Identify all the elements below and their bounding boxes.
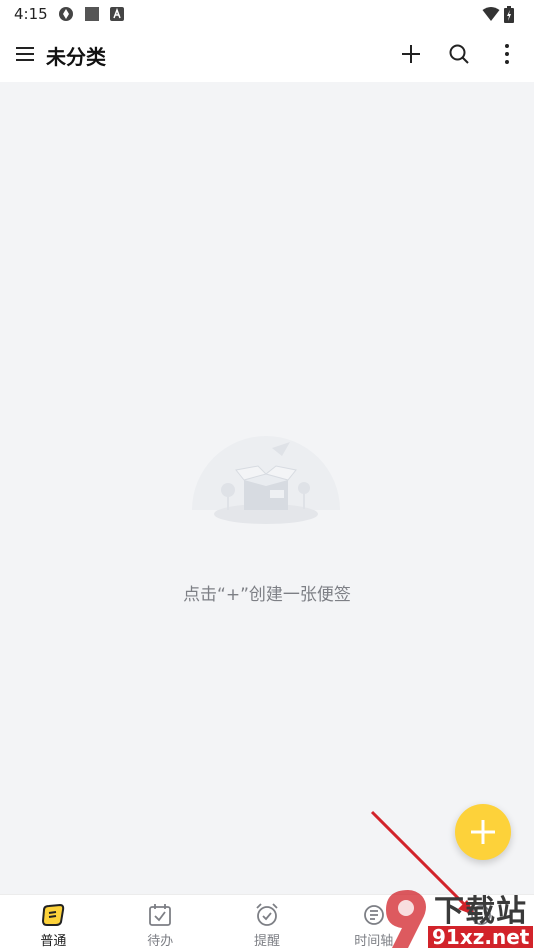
square-notification-icon [84,6,100,22]
calendar-check-icon [147,902,173,928]
bottom-navigation: 普通 待办 提醒 时间轴 [0,894,534,950]
more-options-button[interactable] [494,41,520,67]
search-icon [449,44,469,64]
more-vertical-icon [505,44,509,64]
search-button[interactable] [446,41,472,67]
tab-normal[interactable]: 普通 [0,895,107,950]
tab-reminder[interactable]: 提醒 [214,895,321,950]
add-button[interactable] [398,41,424,67]
page-title: 未分类 [46,45,106,69]
app-notification-icon [58,6,74,22]
tab-reminder-label: 提醒 [253,934,280,949]
alarm-clock-icon [254,902,280,928]
wifi-icon [482,6,500,22]
create-note-fab[interactable] [455,804,511,860]
plus-icon [471,820,495,844]
empty-box-illustration [186,430,346,540]
menu-icon [16,47,34,61]
app-bar: 未分类 [0,28,534,82]
tab-timeline-label: 时间轴 [354,934,394,949]
menu-button[interactable] [12,41,38,67]
note-icon [40,902,66,928]
status-time: 4:15 [14,5,48,23]
tab-timeline[interactable]: 时间轴 [320,895,427,950]
tab-todo-label: 待办 [147,934,174,949]
empty-hint-text: 点击“+”创建一张便签 [183,585,351,605]
timeline-icon [361,902,387,928]
more-tab-icon [468,902,494,928]
note-list-area: 点击“+”创建一张便签 [0,82,534,894]
battery-icon [504,6,520,23]
tab-normal-label: 普通 [40,934,67,949]
plus-icon [402,45,420,63]
status-bar: 4:15 [0,0,534,28]
a-notification-icon [109,6,126,22]
tab-todo[interactable]: 待办 [107,895,214,950]
tab-more[interactable] [427,895,534,950]
